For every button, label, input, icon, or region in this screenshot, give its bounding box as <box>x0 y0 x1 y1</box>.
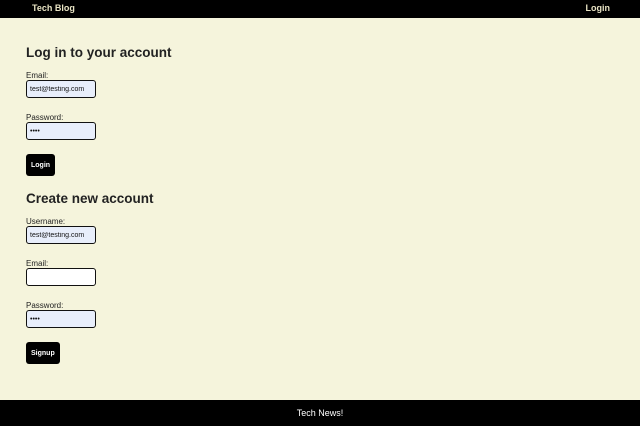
login-password-input[interactable] <box>26 122 96 140</box>
signup-title: Create new account <box>26 191 154 206</box>
login-title: Log in to your account <box>26 45 172 60</box>
signup-email-input[interactable] <box>26 268 96 286</box>
signup-button[interactable]: Signup <box>26 342 60 364</box>
signup-password-input[interactable] <box>26 310 96 328</box>
signup-email-label: Email: <box>26 259 49 268</box>
signup-username-label: Username: <box>26 217 66 226</box>
signup-password-label: Password: <box>26 301 64 310</box>
login-button[interactable]: Login <box>26 154 56 176</box>
top-navbar: Tech Blog Login <box>0 0 640 18</box>
login-email-label: Email: <box>26 71 49 80</box>
signup-username-input[interactable] <box>26 226 96 244</box>
login-password-label: Password: <box>26 113 64 122</box>
footer-text: Tech News! <box>296 408 344 418</box>
nav-login-link[interactable]: Login <box>586 3 611 13</box>
footer: Tech News! <box>0 400 640 426</box>
brand-link[interactable]: Tech Blog <box>32 3 75 13</box>
login-email-input[interactable] <box>26 80 96 98</box>
